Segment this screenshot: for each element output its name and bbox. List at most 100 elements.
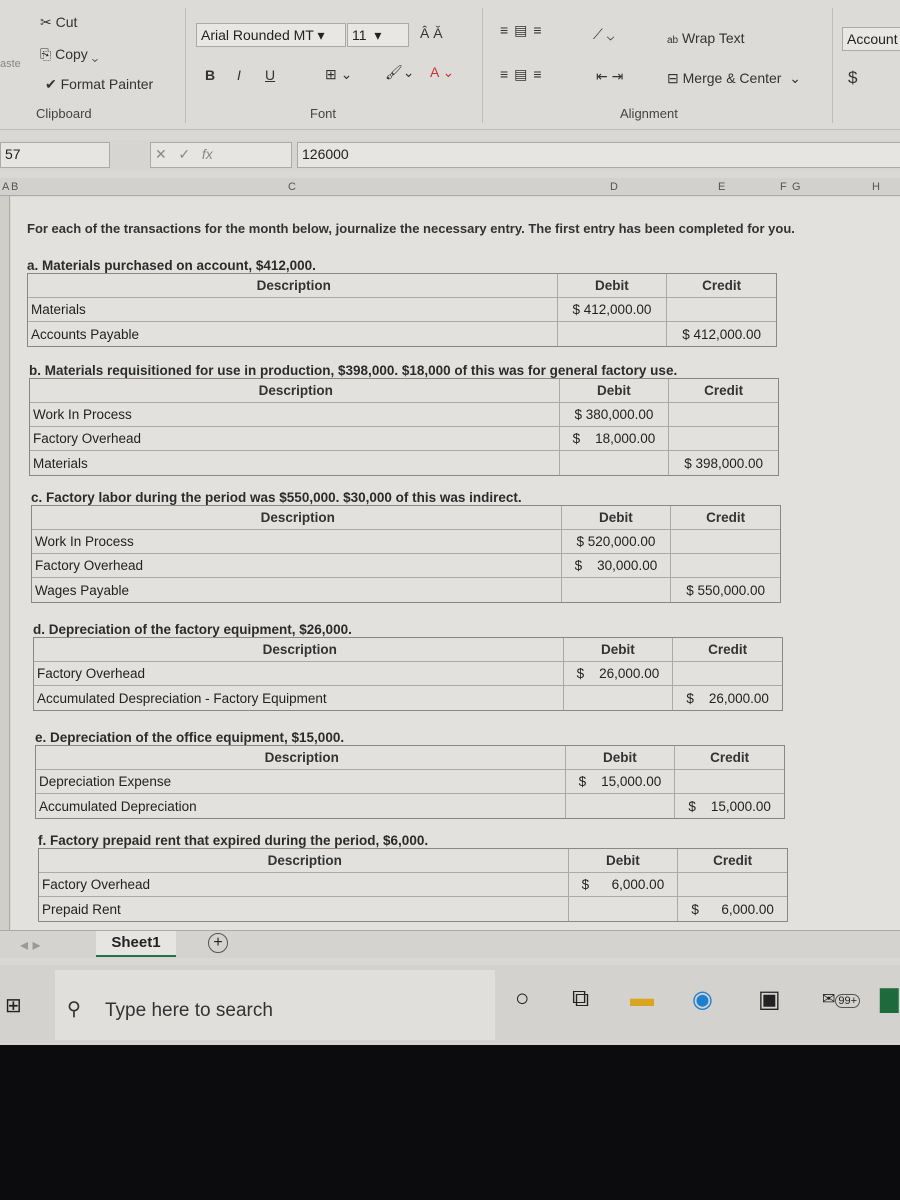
underline-button[interactable]: U: [265, 67, 275, 83]
col-header-a[interactable]: A: [2, 181, 9, 193]
description-header: Description: [258, 383, 333, 398]
credit-cell[interactable]: $ 6,000.00: [677, 897, 787, 921]
debit-cell[interactable]: $ 6,000.00: [567, 873, 678, 896]
account-cell[interactable]: Work In Process: [32, 534, 561, 549]
credit-cell[interactable]: [677, 873, 787, 896]
mail-icon[interactable]: ✉ 99+: [822, 989, 861, 1009]
name-box[interactable]: 57: [0, 142, 110, 168]
instructions-text: For each of the transactions for the mon…: [27, 221, 795, 236]
font-color-icon[interactable]: A ⌄: [430, 64, 454, 81]
indent-icons[interactable]: ⇤ ⇥: [596, 68, 623, 85]
journal-entry-section: d. Depreciation of the factory equipment…: [33, 622, 793, 711]
formula-input[interactable]: 126000: [297, 142, 900, 168]
account-cell[interactable]: Prepaid Rent: [39, 902, 568, 917]
credit-cell[interactable]: [668, 403, 778, 426]
store-icon[interactable]: ▣: [758, 985, 781, 1014]
add-sheet-button[interactable]: +: [208, 933, 228, 953]
col-header-d[interactable]: D: [610, 181, 618, 193]
account-cell[interactable]: Materials: [28, 302, 557, 317]
account-cell[interactable]: Work In Process: [30, 407, 559, 422]
debit-cell[interactable]: [556, 322, 667, 346]
account-cell[interactable]: Materials: [30, 456, 559, 471]
font-group-label: Font: [310, 106, 337, 121]
sheet-tab-sheet1[interactable]: Sheet1: [96, 931, 176, 957]
credit-cell[interactable]: $ 412,000.00: [666, 322, 776, 346]
file-explorer-icon[interactable]: ▬: [630, 985, 654, 1013]
taskbar-search[interactable]: ⚲ Type here to search: [55, 970, 495, 1040]
col-header-f[interactable]: F: [780, 181, 787, 193]
account-cell[interactable]: Factory Overhead: [34, 666, 563, 681]
worksheet-grid[interactable]: For each of the transactions for the mon…: [11, 197, 900, 932]
debit-cell[interactable]: [558, 451, 669, 475]
cortana-icon[interactable]: ○: [515, 985, 530, 1013]
account-cell[interactable]: Accounts Payable: [28, 327, 557, 342]
wrap-text-button[interactable]: ab Wrap Text: [667, 30, 745, 46]
account-cell[interactable]: Factory Overhead: [39, 877, 568, 892]
account-cell[interactable]: Factory Overhead: [32, 558, 561, 573]
debit-cell[interactable]: $ 380,000.00: [558, 403, 669, 426]
account-cell[interactable]: Factory Overhead: [30, 431, 559, 446]
debit-cell[interactable]: $ 520,000.00: [560, 530, 671, 553]
credit-cell[interactable]: [668, 427, 778, 450]
credit-cell[interactable]: $ 398,000.00: [668, 451, 778, 475]
col-header-e[interactable]: E: [718, 181, 725, 193]
debit-cell[interactable]: $ 15,000.00: [564, 770, 675, 793]
wrap-text-label: Wrap Text: [682, 30, 745, 46]
fx-icon[interactable]: fx: [202, 146, 213, 162]
debit-cell[interactable]: $ 18,000.00: [558, 427, 669, 450]
excel-taskbar-icon[interactable]: ▇: [880, 985, 898, 1014]
copy-button[interactable]: ⎘ Copy ⌄: [40, 46, 98, 63]
debit-cell[interactable]: [560, 578, 671, 602]
italic-button[interactable]: I: [237, 67, 241, 83]
tab-scroll-arrows[interactable]: ◂ ▸: [20, 935, 41, 955]
windows-start-icon[interactable]: ⊞: [5, 993, 22, 1018]
credit-cell[interactable]: $ 15,000.00: [674, 794, 784, 818]
font-name-dropdown[interactable]: Arial Rounded MT ▾: [196, 23, 346, 47]
credit-cell[interactable]: [670, 554, 780, 577]
debit-cell[interactable]: [562, 686, 673, 710]
col-header-g[interactable]: G: [792, 181, 801, 193]
search-placeholder: Type here to search: [105, 1000, 273, 1021]
vertical-align-icons[interactable]: ≡▤≡: [500, 22, 548, 39]
cancel-icon[interactable]: ✕: [155, 146, 167, 162]
account-cell[interactable]: Wages Payable: [32, 583, 561, 598]
orientation-icon[interactable]: ⟋ ⌄: [593, 26, 614, 43]
font-size-dropdown[interactable]: 11 ▾: [347, 23, 409, 47]
account-cell[interactable]: Accumulated Despreciation - Factory Equi…: [34, 691, 563, 706]
table-row: Accumulated Despreciation - Factory Equi…: [34, 686, 782, 710]
credit-cell[interactable]: [672, 662, 782, 685]
debit-cell[interactable]: [567, 897, 678, 921]
credit-cell[interactable]: $ 26,000.00: [672, 686, 782, 710]
font-grow-shrink-icon[interactable]: Â Ǎ: [420, 25, 443, 41]
edge-icon[interactable]: ◉: [692, 985, 713, 1014]
horizontal-align-icons[interactable]: ≡▤≡: [500, 66, 548, 83]
paste-button[interactable]: aste: [0, 58, 21, 70]
account-cell[interactable]: Accumulated Depreciation: [36, 799, 565, 814]
credit-cell[interactable]: [670, 530, 780, 553]
task-view-icon[interactable]: ⧉: [572, 985, 589, 1013]
col-header-c[interactable]: C: [288, 181, 296, 193]
debit-cell[interactable]: $ 412,000.00: [556, 298, 667, 321]
enter-icon[interactable]: ✓: [178, 146, 190, 162]
col-header-b[interactable]: B: [11, 181, 18, 193]
borders-icon[interactable]: ⊞ ⌄: [325, 66, 352, 83]
bold-button[interactable]: B: [205, 67, 215, 83]
format-painter-button[interactable]: ✔ Format Painter: [45, 76, 153, 93]
fill-color-icon[interactable]: 🖌⌄: [385, 64, 415, 81]
merge-center-button[interactable]: ⊟ Merge & Center ⌄: [667, 70, 801, 87]
col-header-h[interactable]: H: [872, 181, 880, 193]
credit-cell[interactable]: [666, 298, 776, 321]
merge-icon: ⊟: [667, 70, 679, 86]
transaction-title: a. Materials purchased on account, $412,…: [27, 258, 316, 273]
account-cell[interactable]: Depreciation Expense: [36, 774, 565, 789]
number-format-dropdown[interactable]: Account: [842, 27, 900, 51]
debit-cell[interactable]: [564, 794, 675, 818]
debit-cell[interactable]: $ 26,000.00: [562, 662, 673, 685]
journal-entry-section: a. Materials purchased on account, $412,…: [27, 258, 787, 347]
cut-button[interactable]: ✂ Cut: [40, 14, 77, 31]
row-headers[interactable]: [0, 196, 10, 936]
credit-cell[interactable]: [674, 770, 784, 793]
credit-cell[interactable]: $ 550,000.00: [670, 578, 780, 602]
currency-button[interactable]: $: [848, 68, 857, 88]
debit-cell[interactable]: $ 30,000.00: [560, 554, 671, 577]
